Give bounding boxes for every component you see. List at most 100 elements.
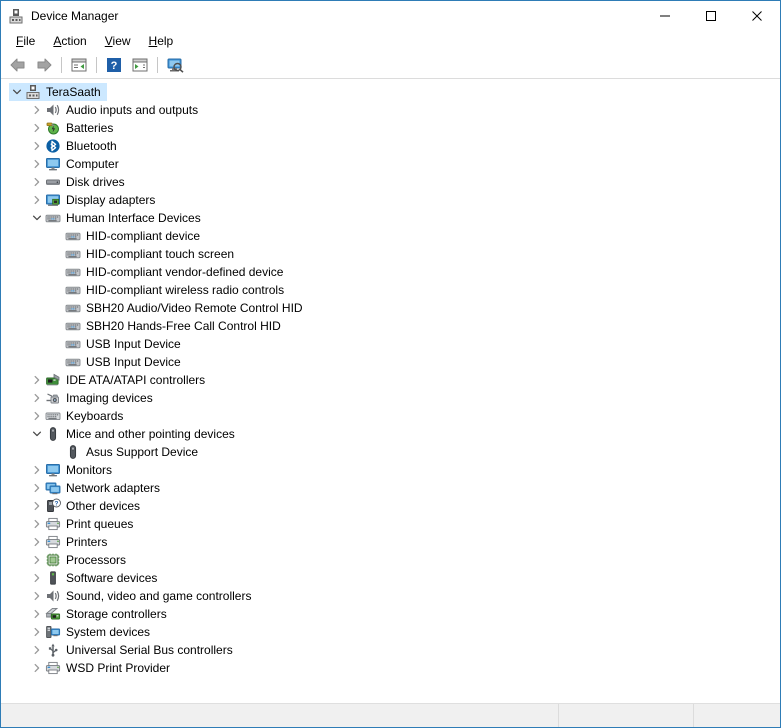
tree-item-content[interactable]: Asus Support Device (49, 443, 204, 461)
tree-item[interactable]: Network adapters (1, 479, 780, 497)
tree-item[interactable]: Disk drives (1, 173, 780, 191)
tree-item[interactable]: IDE ATA/ATAPI controllers (1, 371, 780, 389)
scan-for-hardware-changes-button[interactable] (162, 54, 188, 76)
tree-item[interactable]: HID-compliant touch screen (1, 245, 780, 263)
chevron-down-icon[interactable] (29, 209, 45, 227)
tree-item-content[interactable]: Monitors (29, 461, 118, 479)
tree-item[interactable]: Human Interface Devices (1, 209, 780, 227)
tree-item[interactable]: Software devices (1, 569, 780, 587)
help-button[interactable]: ? (101, 54, 127, 76)
tree-item-content[interactable]: Print queues (29, 515, 139, 533)
chevron-right-icon[interactable] (29, 371, 45, 389)
tree-item-content[interactable]: Batteries (29, 119, 119, 137)
back-button[interactable] (5, 54, 31, 76)
menu-item-action[interactable]: Action (44, 32, 95, 51)
chevron-right-icon[interactable] (29, 497, 45, 515)
menu-item-help[interactable]: Help (140, 32, 183, 51)
chevron-right-icon[interactable] (29, 173, 45, 191)
close-button[interactable] (734, 1, 780, 31)
chevron-right-icon[interactable] (29, 191, 45, 209)
chevron-right-icon[interactable] (29, 623, 45, 641)
tree-item-content[interactable]: Mice and other pointing devices (29, 425, 241, 443)
chevron-right-icon[interactable] (29, 137, 45, 155)
device-tree[interactable]: TeraSaath Audio inputs and outputs Batteri… (1, 79, 780, 703)
tree-item[interactable]: Universal Serial Bus controllers (1, 641, 780, 659)
chevron-right-icon[interactable] (29, 641, 45, 659)
tree-item[interactable]: Storage controllers (1, 605, 780, 623)
tree-item-content[interactable]: System devices (29, 623, 156, 641)
tree-item-content[interactable]: Disk drives (29, 173, 131, 191)
tree-item-content[interactable]: Processors (29, 551, 132, 569)
tree-item[interactable]: Asus Support Device (1, 443, 780, 461)
chevron-right-icon[interactable] (29, 479, 45, 497)
tree-item[interactable]: ? Other devices (1, 497, 780, 515)
chevron-right-icon[interactable] (29, 119, 45, 137)
tree-item[interactable]: Sound, video and game controllers (1, 587, 780, 605)
tree-item-content[interactable]: TeraSaath (9, 83, 107, 101)
tree-item-content[interactable]: SBH20 Hands-Free Call Control HID (49, 317, 287, 335)
tree-item-content[interactable]: Imaging devices (29, 389, 159, 407)
chevron-right-icon[interactable] (29, 389, 45, 407)
tree-item-content[interactable]: HID-compliant device (49, 227, 206, 245)
chevron-right-icon[interactable] (29, 533, 45, 551)
chevron-down-icon[interactable] (9, 83, 25, 101)
tree-item-content[interactable]: Printers (29, 533, 113, 551)
tree-item[interactable]: Bluetooth (1, 137, 780, 155)
tree-item[interactable]: System devices (1, 623, 780, 641)
tree-item[interactable]: Display adapters (1, 191, 780, 209)
tree-item[interactable]: Monitors (1, 461, 780, 479)
chevron-right-icon[interactable] (29, 551, 45, 569)
tree-item-content[interactable]: Network adapters (29, 479, 166, 497)
tree-item[interactable]: Computer (1, 155, 780, 173)
tree-item[interactable]: WSD Print Provider (1, 659, 780, 677)
tree-item[interactable]: Processors (1, 551, 780, 569)
chevron-right-icon[interactable] (29, 569, 45, 587)
tree-item-content[interactable]: Audio inputs and outputs (29, 101, 204, 119)
tree-item-content[interactable]: HID-compliant touch screen (49, 245, 240, 263)
tree-item[interactable]: USB Input Device (1, 353, 780, 371)
tree-item[interactable]: TeraSaath (1, 83, 780, 101)
tree-item-content[interactable]: SBH20 Audio/Video Remote Control HID (49, 299, 309, 317)
forward-button[interactable] (31, 54, 57, 76)
minimize-button[interactable] (642, 1, 688, 31)
chevron-right-icon[interactable] (29, 155, 45, 173)
tree-item-content[interactable]: Human Interface Devices (29, 209, 207, 227)
chevron-down-icon[interactable] (29, 425, 45, 443)
tree-item-content[interactable]: Computer (29, 155, 125, 173)
tree-item-content[interactable]: IDE ATA/ATAPI controllers (29, 371, 211, 389)
menu-item-file[interactable]: File (7, 32, 44, 51)
menu-item-view[interactable]: View (96, 32, 140, 51)
chevron-right-icon[interactable] (29, 587, 45, 605)
tree-item-content[interactable]: Universal Serial Bus controllers (29, 641, 239, 659)
tree-item-content[interactable]: HID-compliant wireless radio controls (49, 281, 290, 299)
tree-item[interactable]: HID-compliant wireless radio controls (1, 281, 780, 299)
tree-item-content[interactable]: Sound, video and game controllers (29, 587, 257, 605)
tree-item-content[interactable]: Bluetooth (29, 137, 123, 155)
tree-item-content[interactable]: Software devices (29, 569, 163, 587)
tree-item[interactable]: SBH20 Audio/Video Remote Control HID (1, 299, 780, 317)
tree-item-content[interactable]: HID-compliant vendor-defined device (49, 263, 289, 281)
show-hide-console-tree-button[interactable] (66, 54, 92, 76)
tree-item-content[interactable]: USB Input Device (49, 353, 187, 371)
tree-item[interactable]: SBH20 Hands-Free Call Control HID (1, 317, 780, 335)
tree-item[interactable]: HID-compliant device (1, 227, 780, 245)
tree-item[interactable]: Print queues (1, 515, 780, 533)
tree-item-content[interactable]: Storage controllers (29, 605, 173, 623)
chevron-right-icon[interactable] (29, 407, 45, 425)
tree-item-content[interactable]: Display adapters (29, 191, 161, 209)
chevron-right-icon[interactable] (29, 515, 45, 533)
properties-button[interactable] (127, 54, 153, 76)
chevron-right-icon[interactable] (29, 605, 45, 623)
tree-item[interactable]: USB Input Device (1, 335, 780, 353)
maximize-button[interactable] (688, 1, 734, 31)
tree-item[interactable]: Imaging devices (1, 389, 780, 407)
tree-item[interactable]: Mice and other pointing devices (1, 425, 780, 443)
tree-item-content[interactable]: USB Input Device (49, 335, 187, 353)
tree-item-content[interactable]: WSD Print Provider (29, 659, 176, 677)
tree-item[interactable]: Batteries (1, 119, 780, 137)
tree-item[interactable]: Audio inputs and outputs (1, 101, 780, 119)
tree-item[interactable]: HID-compliant vendor-defined device (1, 263, 780, 281)
chevron-right-icon[interactable] (29, 101, 45, 119)
tree-item[interactable]: Printers (1, 533, 780, 551)
chevron-right-icon[interactable] (29, 659, 45, 677)
